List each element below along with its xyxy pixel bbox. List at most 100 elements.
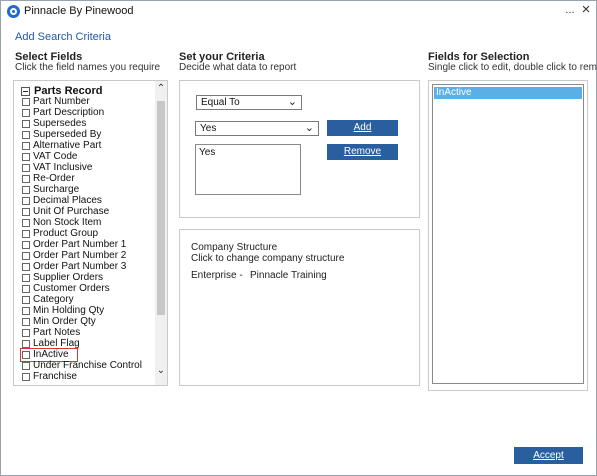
- field-checkbox-icon[interactable]: [22, 207, 30, 216]
- field-item[interactable]: Category: [22, 294, 160, 305]
- field-checkbox-icon[interactable]: [22, 163, 30, 172]
- field-checkbox-icon[interactable]: [22, 141, 30, 150]
- field-item-label: Decimal Places: [33, 195, 102, 206]
- field-item[interactable]: Under Franchise Control: [22, 360, 160, 371]
- field-item[interactable]: Order Part Number 3: [22, 261, 160, 272]
- select-fields-subheading: Click the field names you require: [15, 62, 161, 73]
- field-checkbox-icon[interactable]: [22, 218, 30, 227]
- remove-button[interactable]: Remove: [327, 144, 398, 160]
- field-item-label: VAT Inclusive: [33, 162, 93, 173]
- field-item[interactable]: Superseded By: [22, 129, 160, 140]
- field-checkbox-icon[interactable]: [22, 130, 30, 139]
- field-item-label: Under Franchise Control: [33, 360, 142, 371]
- field-checkbox-icon[interactable]: [22, 229, 30, 238]
- field-item[interactable]: Non Stock Item: [22, 217, 160, 228]
- field-checkbox-icon[interactable]: [22, 262, 30, 271]
- scroll-up-icon[interactable]: ⌃: [155, 83, 167, 95]
- field-item-label: Order Part Number 1: [33, 239, 127, 250]
- field-item-label: Min Order Qty: [33, 316, 96, 327]
- field-checkbox-icon[interactable]: [22, 328, 30, 337]
- field-checkbox-icon[interactable]: [22, 361, 30, 370]
- field-checkbox-icon[interactable]: [22, 251, 30, 260]
- close-button[interactable]: ×: [579, 2, 593, 18]
- field-item-label: Surcharge: [33, 184, 80, 195]
- field-item-label: Superseded By: [33, 129, 102, 140]
- field-checkbox-icon[interactable]: [22, 273, 30, 282]
- field-item-label: Supplier Orders: [33, 272, 104, 283]
- field-item-label: VAT Code: [33, 151, 78, 162]
- field-item-label: Part Notes: [33, 327, 81, 338]
- field-item[interactable]: Re-Order: [22, 173, 160, 184]
- criteria-panel: Equal To ⌄ Yes ⌄ Add Yes Remove: [179, 80, 420, 218]
- list-item[interactable]: Yes: [199, 147, 297, 158]
- field-item-label: Non Stock Item: [33, 217, 102, 228]
- field-item[interactable]: Surcharge: [22, 184, 160, 195]
- field-item[interactable]: Order Part Number 2: [22, 250, 160, 261]
- field-list: Part Number Part Description Supersedes Sup…: [20, 96, 160, 382]
- field-item[interactable]: Unit Of Purchase: [22, 206, 160, 217]
- scroll-down-icon[interactable]: ⌄: [155, 365, 167, 377]
- field-item[interactable]: VAT Inclusive: [22, 162, 160, 173]
- field-item[interactable]: VAT Code: [22, 151, 160, 162]
- chevron-down-icon: ⌄: [304, 122, 314, 134]
- field-item[interactable]: Decimal Places: [22, 195, 160, 206]
- field-checkbox-icon[interactable]: [22, 284, 30, 293]
- field-checkbox-icon[interactable]: [22, 174, 30, 183]
- field-item[interactable]: Supplier Orders: [22, 272, 160, 283]
- field-item-label: Order Part Number 2: [33, 250, 127, 261]
- more-options-button[interactable]: ...: [564, 4, 576, 16]
- field-checkbox-icon[interactable]: [22, 152, 30, 161]
- field-checkbox-icon[interactable]: [22, 317, 30, 326]
- field-item-label: InActive: [33, 349, 69, 360]
- field-item-label: Product Group: [33, 228, 99, 239]
- value-select[interactable]: Yes ⌄: [195, 121, 319, 136]
- scrollbar-thumb[interactable]: [157, 101, 165, 315]
- field-checkbox-icon[interactable]: [22, 108, 30, 117]
- field-item-label: Unit Of Purchase: [33, 206, 110, 217]
- accept-button[interactable]: Accept: [514, 447, 583, 464]
- field-item[interactable]: Part Notes: [22, 327, 160, 338]
- field-item[interactable]: Min Holding Qty: [22, 305, 160, 316]
- selection-panel: InActive: [428, 80, 588, 391]
- field-checkbox-icon[interactable]: [22, 240, 30, 249]
- field-checkbox-icon[interactable]: [22, 350, 30, 359]
- field-item[interactable]: Franchise: [22, 371, 160, 382]
- field-item[interactable]: Part Description: [22, 107, 160, 118]
- add-button[interactable]: Add: [327, 120, 398, 136]
- field-checkbox-icon[interactable]: [22, 185, 30, 194]
- field-tree[interactable]: Parts Record Part Number Part Description…: [13, 80, 168, 386]
- enterprise-value[interactable]: Pinnacle Training: [250, 270, 327, 281]
- title-bar: Pinnacle By Pinewood ... ×: [1, 1, 596, 23]
- field-item-label: Customer Orders: [33, 283, 110, 294]
- dialog-window: Pinnacle By Pinewood ... × Add Search Cr…: [0, 0, 597, 476]
- collapse-icon[interactable]: [21, 86, 30, 96]
- company-structure-panel[interactable]: Company Structure Click to change compan…: [179, 229, 420, 386]
- field-checkbox-icon[interactable]: [22, 119, 30, 128]
- field-checkbox-icon[interactable]: [22, 295, 30, 304]
- chevron-down-icon: ⌄: [287, 96, 297, 108]
- field-item[interactable]: Supersedes: [22, 118, 160, 129]
- value-select-value: Yes: [200, 123, 217, 134]
- field-item[interactable]: Part Number: [22, 96, 160, 107]
- field-checkbox-icon[interactable]: [22, 306, 30, 315]
- field-checkbox-icon[interactable]: [22, 97, 30, 106]
- field-item[interactable]: Order Part Number 1: [22, 239, 160, 250]
- field-item-label: Part Number: [33, 96, 90, 107]
- field-item[interactable]: Customer Orders: [22, 283, 160, 294]
- field-item-label: Re-Order: [33, 173, 75, 184]
- field-checkbox-icon[interactable]: [22, 339, 30, 348]
- criteria-value-list[interactable]: Yes: [195, 144, 301, 195]
- operator-select-value: Equal To: [201, 97, 240, 108]
- field-item[interactable]: Product Group: [22, 228, 160, 239]
- field-item[interactable]: Min Order Qty: [22, 316, 160, 327]
- field-item[interactable]: InActive: [20, 348, 160, 362]
- operator-select[interactable]: Equal To ⌄: [196, 95, 302, 110]
- selected-fields-list[interactable]: InActive: [432, 84, 584, 384]
- field-checkbox-icon[interactable]: [22, 372, 30, 381]
- field-tree-scrollbar[interactable]: ⌃ ⌄: [155, 81, 167, 385]
- field-checkbox-icon[interactable]: [22, 196, 30, 205]
- field-item-label: Category: [33, 294, 74, 305]
- selected-field-item[interactable]: InActive: [434, 87, 582, 99]
- field-item[interactable]: Alternative Part: [22, 140, 160, 151]
- selection-subheading: Single click to edit, double click to re…: [428, 62, 597, 73]
